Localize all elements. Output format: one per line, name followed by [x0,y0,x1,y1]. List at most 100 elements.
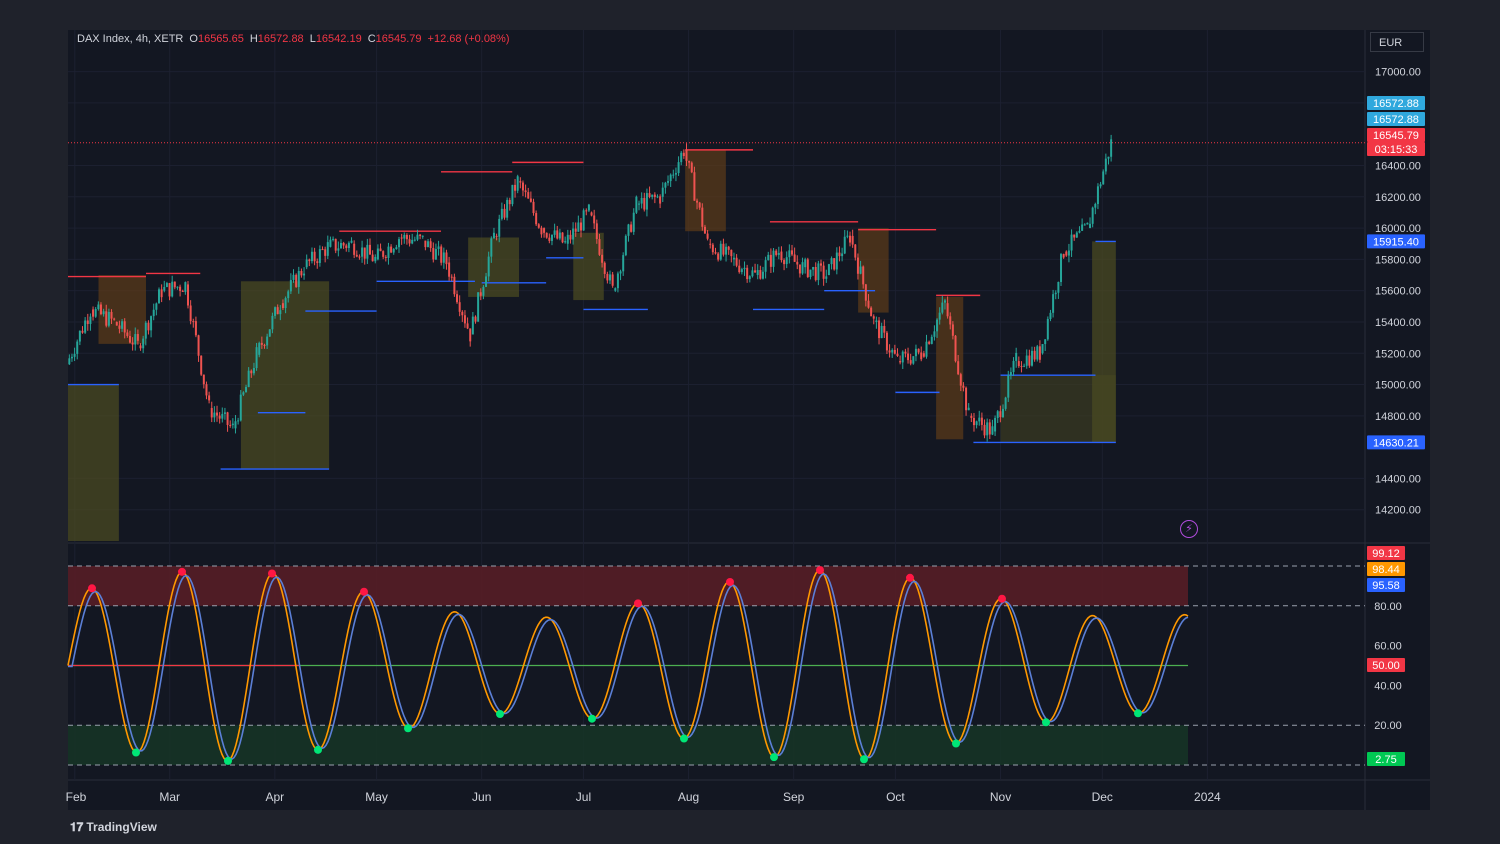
candle-body [667,181,670,183]
candle-body [287,291,290,299]
candle-body [885,332,888,351]
candle-body [432,247,435,260]
candle-body [516,176,519,191]
candle-body [537,224,540,228]
candle-body [622,255,625,272]
candle-body [313,251,316,262]
candle-body [574,228,577,232]
candle-body [616,273,619,289]
candle-body [767,254,770,261]
candle-body [769,254,772,267]
candle-body [234,421,237,429]
candle-body [308,259,311,262]
candle-body [358,256,361,258]
change-value: +12.68 (+0.08%) [427,33,510,45]
candle-body [1094,203,1097,208]
candle-body [197,335,200,356]
lightning-icon[interactable]: ⚡ [1180,520,1198,538]
candle-body [672,174,675,176]
candle-body [548,237,551,241]
candle-body [556,230,559,239]
candle-body [632,212,635,232]
time-tick-label: 2024 [1194,790,1221,804]
chart-canvas[interactable]: 17000.0016800.0016400.0016200.0016000.00… [0,0,1500,844]
candle-body [601,254,604,263]
candle-body [1054,292,1057,295]
candle-body [775,250,778,255]
candle-body [221,413,224,419]
candle-body [421,235,424,237]
candle-body [427,241,430,248]
candle-body [943,300,946,303]
candle-body [316,261,319,263]
candle-body [102,311,105,315]
candle-body [157,289,160,304]
candle-body [912,356,915,364]
candle-body [250,370,253,374]
candle-body [263,344,266,346]
candle-body [136,334,139,341]
candle-body [994,417,997,432]
candle-body [772,250,775,267]
candle-body [962,385,965,388]
candle-body [163,286,166,291]
candle-body [450,276,453,278]
candle-body [1083,224,1086,226]
candle-body [1065,251,1068,256]
candle-body [656,196,659,198]
candle-body [669,174,672,182]
candle-body [688,160,691,163]
candle-body [611,274,614,286]
price-tick-label: 15200.00 [1375,348,1421,360]
candle-body [714,252,717,254]
brand-label: TradingView [86,820,157,834]
candle-body [804,259,807,268]
candle-body [1073,234,1076,238]
candle-body [827,264,830,276]
candle-body [448,262,451,277]
candle-body [1057,281,1060,293]
candle-body [492,232,495,239]
candle-body [930,336,933,344]
price-tick-label: 15400.00 [1375,317,1421,329]
candle-body [922,353,925,357]
zone-box [1092,241,1116,443]
price-tick-label: 15600.00 [1375,286,1421,298]
osc-tick-label: 40.00 [1374,680,1402,692]
candle-body [719,243,722,260]
candle-body [651,194,654,197]
candle-body [653,194,656,198]
candle-body [258,342,261,355]
currency-button[interactable]: EUR [1370,32,1424,52]
candle-body [609,274,612,281]
candle-body [970,415,973,418]
candle-body [339,242,342,249]
tradingview-logo[interactable]: 𝟏𝟕 TradingView [70,820,157,835]
candle-body [561,232,564,243]
candle-body [730,249,733,257]
candle-body [276,307,279,315]
candle-body [295,274,298,287]
candle-body [593,215,596,224]
candle-body [498,218,501,237]
candle-body [289,279,292,292]
candle-body [84,320,87,333]
candle-body [408,239,411,244]
candle-body [210,408,213,418]
candle-body [147,322,150,331]
candle-body [200,355,203,375]
close-key: C [367,33,376,45]
sell-signal-dot [268,569,276,578]
candle-body [456,294,459,303]
candle-body [81,330,84,333]
candle-body [1089,223,1092,229]
time-tick-label: Mar [159,790,180,804]
open-key: O [189,33,198,45]
candle-body [566,234,569,244]
buy-signal-dot [404,724,412,733]
price-tag-label: 16545.79 [1373,130,1419,142]
price-tick-label: 15000.00 [1375,380,1421,392]
candle-body [817,263,820,281]
candle-body [168,283,171,297]
candle-body [938,312,941,320]
